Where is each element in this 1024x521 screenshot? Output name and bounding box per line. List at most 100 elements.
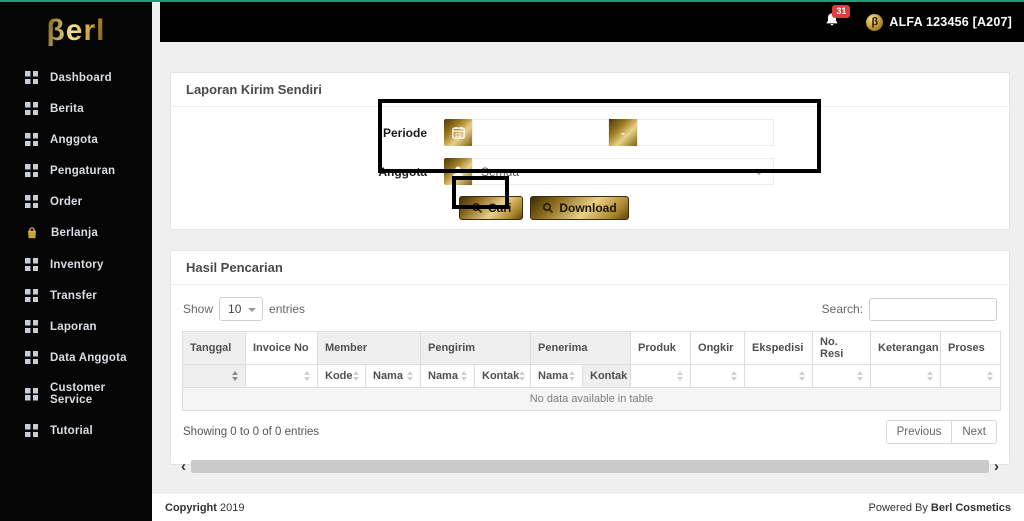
column-sub-header[interactable]: [182, 364, 246, 388]
page-size-select[interactable]: 10: [219, 297, 264, 321]
sidebar-item-label: Berita: [50, 102, 84, 115]
column-group-member: Member: [317, 331, 421, 365]
sort-icon[interactable]: [232, 371, 238, 381]
column-group-penerima: Penerima: [530, 331, 632, 365]
column-label: Kontak: [590, 370, 628, 382]
sidebar-item-berlanja[interactable]: Berlanja: [0, 217, 152, 249]
column-sub-header-kontak: Kontak: [582, 364, 632, 388]
sort-icon[interactable]: [461, 371, 467, 381]
column-sub-header-kode[interactable]: Kode: [317, 364, 366, 388]
sort-icon[interactable]: [987, 371, 994, 381]
column-group-proses: Proses: [940, 331, 1002, 365]
user-menu[interactable]: β ALFA 123456 [A207]: [866, 13, 1012, 31]
sort-icon[interactable]: [731, 371, 738, 381]
sidebar-item-label: Laporan: [50, 320, 97, 333]
column-sub-header[interactable]: [940, 364, 1002, 388]
sidebar-nav: Dashboard Berita Anggota Pengaturan Order Ber…: [0, 62, 152, 446]
anggota-selected-value: Semua: [481, 164, 520, 179]
sort-icon[interactable]: [677, 371, 684, 381]
next-button[interactable]: Next: [952, 421, 996, 443]
sort-icon[interactable]: [857, 371, 864, 381]
show-label: Show: [183, 302, 214, 316]
sidebar: βerl Dashboard Berita Anggota Pengaturan Ord…: [0, 2, 152, 521]
grid-icon: [25, 133, 38, 146]
cari-button[interactable]: Cari: [459, 196, 524, 220]
calendar-icon-button[interactable]: [444, 119, 472, 146]
chevron-down-icon: [755, 171, 763, 175]
column-group-ongkir: Ongkir: [690, 331, 746, 365]
column-sub-header[interactable]: [245, 364, 318, 388]
sidebar-item-customer-service[interactable]: Customer Service: [0, 373, 152, 415]
results-table: Tanggal Invoice No Member Pengirim Penerima P…: [181, 331, 1002, 411]
sidebar-item-anggota[interactable]: Anggota: [0, 124, 152, 155]
header-sub-row: Kode Nama Nama Kontak Nama Kontak: [182, 364, 1002, 388]
header-group-row: Tanggal Invoice No Member Pengirim Penerima P…: [182, 331, 1002, 365]
anggota-select[interactable]: Semua: [472, 158, 774, 185]
chevron-down-icon: [248, 308, 257, 312]
entries-label: entries: [269, 302, 306, 316]
sidebar-item-label: Anggota: [50, 133, 99, 146]
sort-icon[interactable]: [304, 371, 310, 381]
user-avatar: β: [866, 13, 884, 31]
grid-icon: [25, 102, 38, 115]
sort-icon[interactable]: [569, 371, 576, 381]
grid-icon: [25, 258, 38, 271]
column-sub-header[interactable]: [630, 364, 692, 388]
sort-icon[interactable]: [407, 371, 413, 381]
pagination: Previous Next: [885, 420, 997, 444]
column-sub-header-nama[interactable]: Nama: [420, 364, 475, 388]
calendar-icon: [451, 126, 465, 139]
scroll-left-icon[interactable]: ‹: [181, 459, 186, 474]
empty-message: No data available in table: [181, 387, 1002, 411]
sidebar-item-data-anggota[interactable]: Data Anggota: [0, 342, 152, 373]
previous-button[interactable]: Previous: [887, 421, 953, 443]
sidebar-item-label: Data Anggota: [50, 351, 127, 364]
column-sub-header[interactable]: [744, 364, 814, 388]
filter-panel-title: Laporan Kirim Sendiri: [171, 73, 1009, 107]
sidebar-item-label: Transfer: [50, 289, 97, 302]
filter-form: Periode - Anggota Semua Cari Download: [171, 119, 1009, 220]
column-group-keterangan: Keterangan: [870, 331, 942, 365]
sidebar-item-label: Tutorial: [50, 424, 93, 437]
shopping-bag-icon: [27, 227, 37, 239]
sidebar-item-label: Berlanja: [51, 227, 98, 239]
grid-icon: [25, 71, 38, 84]
filter-buttons: Cari Download: [459, 196, 1009, 220]
column-group-produk: Produk: [630, 331, 692, 365]
sort-icon[interactable]: [927, 371, 934, 381]
copyright-text: Copyright 2019: [165, 501, 245, 514]
sidebar-item-inventory[interactable]: Inventory: [0, 249, 152, 280]
sidebar-item-transfer[interactable]: Transfer: [0, 280, 152, 311]
sidebar-item-dashboard[interactable]: Dashboard: [0, 62, 152, 93]
scroll-right-icon[interactable]: ›: [994, 459, 999, 474]
sidebar-item-tutorial[interactable]: Tutorial: [0, 415, 152, 446]
sidebar-item-pengaturan[interactable]: Pengaturan: [0, 155, 152, 186]
column-sub-header[interactable]: [690, 364, 746, 388]
periode-from-input[interactable]: [472, 119, 609, 146]
column-sub-header[interactable]: [870, 364, 942, 388]
notifications-button[interactable]: 31: [824, 4, 851, 33]
search-input[interactable]: [869, 297, 997, 321]
app-logo[interactable]: βerl: [0, 2, 152, 62]
scrollbar-thumb[interactable]: [191, 460, 989, 473]
column-sub-header-nama[interactable]: Nama: [365, 364, 421, 388]
sidebar-item-order[interactable]: Order: [0, 186, 152, 217]
column-label: Nama: [538, 370, 568, 382]
periode-to-input[interactable]: [637, 119, 774, 146]
powered-by-text: Powered By Berl Cosmetics: [868, 501, 1011, 514]
results-panel-title: Hasil Pencarian: [171, 251, 1009, 285]
column-sub-header-kontak[interactable]: Kontak: [473, 364, 532, 388]
empty-row: No data available in table: [181, 387, 1002, 411]
sidebar-item-berita[interactable]: Berita: [0, 93, 152, 124]
grid-icon: [25, 351, 38, 364]
sidebar-item-laporan[interactable]: Laporan: [0, 311, 152, 342]
search-icon: [543, 203, 554, 214]
sort-icon[interactable]: [799, 371, 806, 381]
sort-icon[interactable]: [519, 371, 526, 381]
column-sub-header-nama[interactable]: Nama: [530, 364, 584, 388]
column-sub-header[interactable]: [812, 364, 872, 388]
sort-icon[interactable]: [352, 371, 359, 381]
results-panel: Hasil Pencarian Show 10 entries Search: …: [170, 250, 1010, 474]
sidebar-item-label: Pengaturan: [50, 164, 116, 177]
download-button[interactable]: Download: [530, 196, 629, 220]
